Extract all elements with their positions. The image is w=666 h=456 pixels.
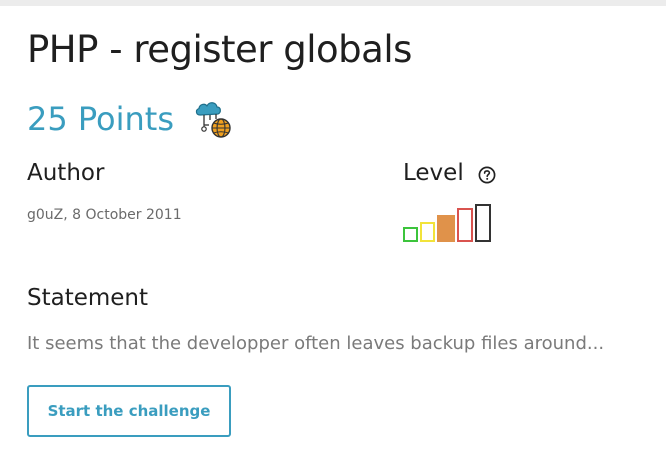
level-bar-4 xyxy=(457,208,473,242)
level-bar-5 xyxy=(475,204,491,242)
challenge-page: PHP - register globals 25 Points Author … xyxy=(0,0,666,456)
level-bar-3 xyxy=(437,215,455,242)
level-bars-graphic xyxy=(403,204,491,242)
author-label: Author xyxy=(27,160,105,186)
top-strip xyxy=(0,0,666,6)
level-heading: Level xyxy=(403,160,496,186)
cloud-network-globe-icon xyxy=(192,98,234,140)
points-row: 25 Points xyxy=(27,98,234,140)
statement-label: Statement xyxy=(27,285,149,311)
difficulty-level-bars xyxy=(403,203,499,243)
author-info: g0uZ, 8 October 2011 xyxy=(27,207,182,223)
start-challenge-button[interactable]: Start the challenge xyxy=(27,385,231,437)
statement-text: It seems that the developper often leave… xyxy=(27,333,605,354)
points-value: 25 Points xyxy=(27,100,175,138)
level-bar-2 xyxy=(420,222,435,242)
question-circle-icon[interactable] xyxy=(478,164,496,184)
level-bar-1 xyxy=(403,227,418,242)
level-label: Level xyxy=(403,160,464,186)
page-title: PHP - register globals xyxy=(27,28,412,71)
